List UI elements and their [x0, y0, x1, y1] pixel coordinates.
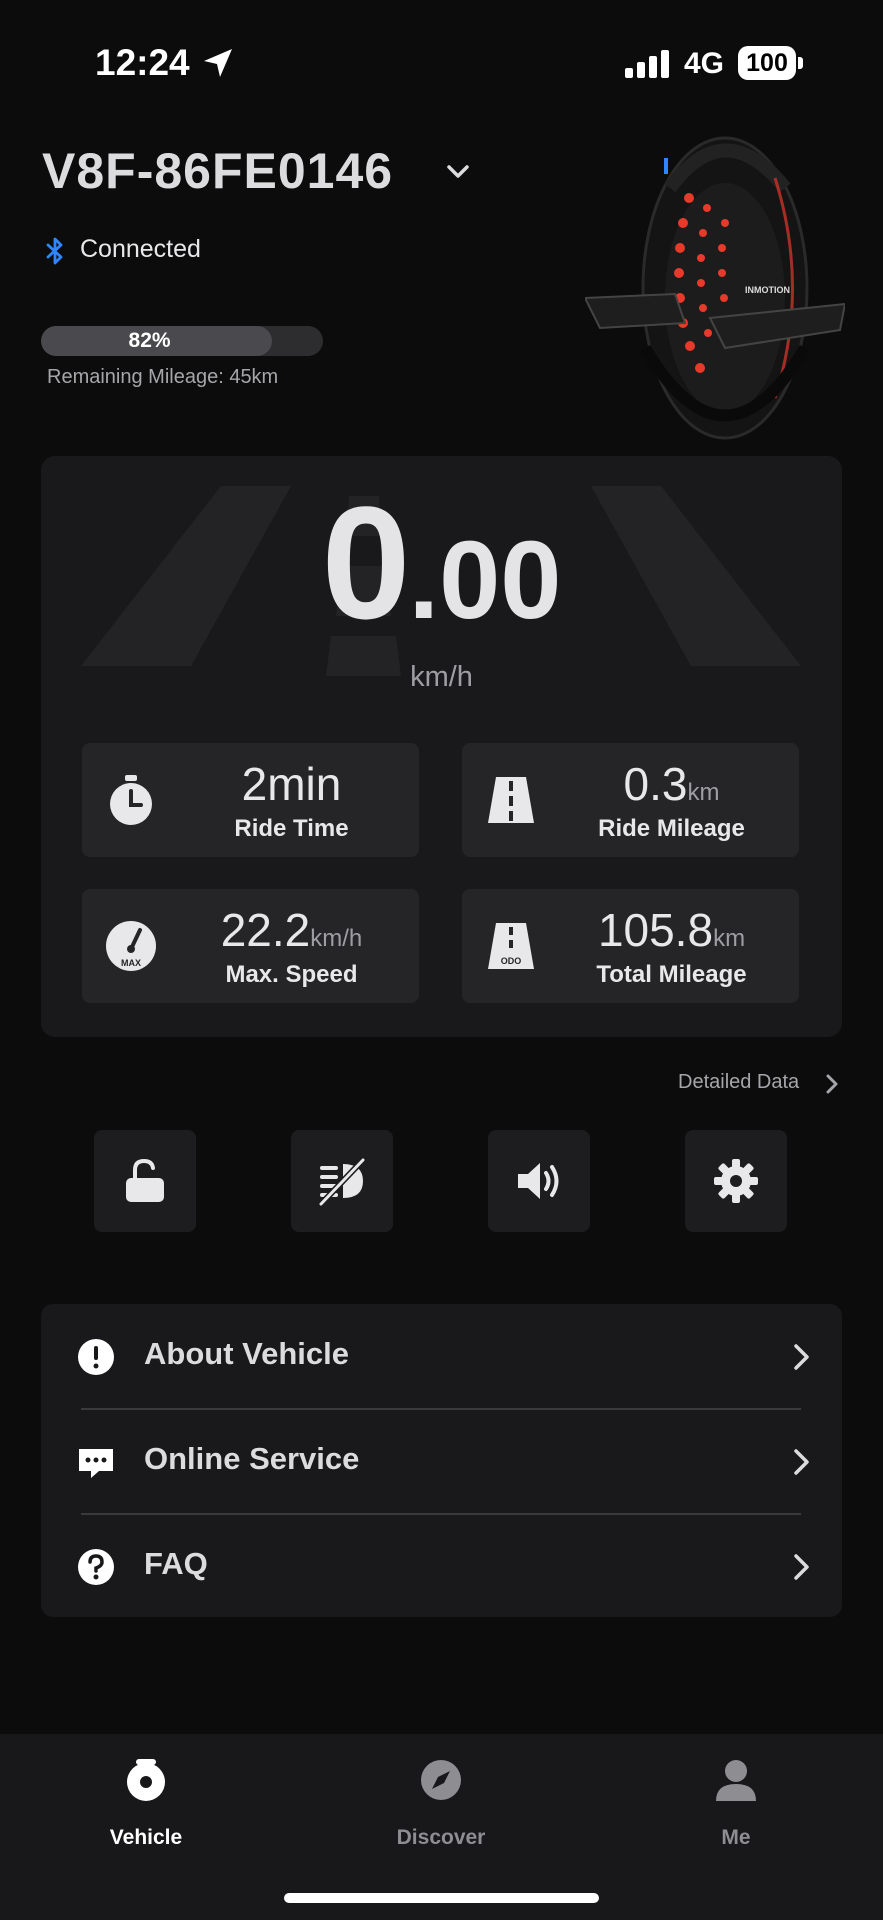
vehicle-name[interactable]: V8F-86FE0146 [42, 142, 393, 200]
network-type: 4G [684, 47, 725, 80]
tab-label-discover: Discover [396, 1826, 486, 1849]
chevron-down-icon[interactable] [444, 158, 472, 186]
speed-panel: 0.00 km/h 2min Ride Time 0.3km Ride Mile… [41, 456, 842, 1037]
gear-icon [714, 1159, 758, 1203]
stat-max-speed: MAX 22.2km/h Max. Speed [82, 889, 419, 1003]
person-icon [716, 1760, 756, 1801]
question-icon [78, 1549, 114, 1585]
compass-icon [421, 1760, 461, 1800]
unicycle-icon [127, 1759, 165, 1801]
svg-text:MAX: MAX [121, 958, 141, 968]
total-mileage-value: 105.8km [597, 904, 746, 956]
ride-time-value: 2min [241, 758, 342, 810]
road-odo-icon: ODO [488, 923, 534, 969]
chat-icon [79, 1449, 113, 1478]
chevron-right-icon [794, 1449, 809, 1475]
status-time: 12:24 [95, 42, 190, 83]
tab-label-me: Me [721, 1826, 751, 1849]
cellular-signal-icon [625, 50, 669, 78]
battery-nub [798, 57, 803, 69]
svg-text:ODO: ODO [501, 956, 522, 966]
ride-mileage-value: 0.3km [623, 758, 720, 810]
vehicle-battery-percent: 82% [128, 329, 171, 352]
menu-label-online-service: Online Service [144, 1441, 360, 1476]
speed-whole: 0 [321, 473, 411, 652]
stat-ride-mileage: 0.3km Ride Mileage [462, 743, 799, 857]
tab-label-vehicle: Vehicle [109, 1826, 183, 1849]
chevron-right-icon [794, 1554, 809, 1580]
total-mileage-label: Total Mileage [596, 961, 747, 988]
tab-vehicle[interactable]: Vehicle [66, 1734, 226, 1864]
remaining-mileage: Remaining Mileage: 45km [47, 366, 279, 388]
current-speed: 0.00 [41, 471, 842, 655]
speed-fraction: .00 [408, 519, 562, 642]
vehicle-battery-bar: 82% [41, 326, 323, 356]
tab-me[interactable]: Me [656, 1734, 816, 1864]
stopwatch-icon [110, 775, 152, 825]
battery-indicator: 100 [738, 46, 796, 80]
info-exclamation-icon [78, 1339, 114, 1375]
ride-mileage-label: Ride Mileage [598, 815, 745, 842]
chevron-right-icon[interactable] [824, 1073, 840, 1095]
max-speed-value: 22.2km/h [220, 904, 363, 956]
stat-ride-time: 2min Ride Time [82, 743, 419, 857]
unicycle-brand-text: INMOTION [745, 285, 790, 295]
unlock-icon [126, 1158, 164, 1202]
headlight-off-icon [318, 1157, 366, 1206]
sound-button[interactable] [488, 1130, 590, 1232]
connection-status: Connected [80, 235, 201, 263]
speaker-icon [518, 1163, 559, 1199]
unlock-button[interactable] [94, 1130, 196, 1232]
speedometer-max-icon: MAX [106, 921, 156, 971]
menu-item-online-service[interactable]: Online Service [41, 1409, 842, 1513]
max-speed-label: Max. Speed [225, 961, 358, 988]
home-indicator[interactable] [284, 1893, 599, 1903]
tab-discover[interactable]: Discover [361, 1734, 521, 1864]
chevron-right-icon [794, 1344, 809, 1370]
vehicle-menu: About Vehicle Online Service FAQ [41, 1304, 842, 1617]
settings-button[interactable] [685, 1130, 787, 1232]
bluetooth-icon [46, 237, 63, 265]
menu-label-about-vehicle: About Vehicle [144, 1336, 349, 1371]
ride-time-label: Ride Time [234, 815, 349, 842]
status-bar: 12:24 4G 100 [0, 0, 883, 130]
detailed-data-link[interactable]: Detailed Data [678, 1071, 799, 1094]
light-off-button[interactable] [291, 1130, 393, 1232]
road-icon [488, 777, 534, 823]
menu-item-about-vehicle[interactable]: About Vehicle [41, 1304, 842, 1408]
stat-total-mileage: ODO 105.8km Total Mileage [462, 889, 799, 1003]
menu-label-faq: FAQ [144, 1546, 208, 1581]
speed-unit: km/h [410, 661, 473, 693]
location-arrow-icon [204, 49, 232, 77]
menu-item-faq[interactable]: FAQ [41, 1514, 842, 1618]
unicycle-image: INMOTION [585, 136, 845, 440]
